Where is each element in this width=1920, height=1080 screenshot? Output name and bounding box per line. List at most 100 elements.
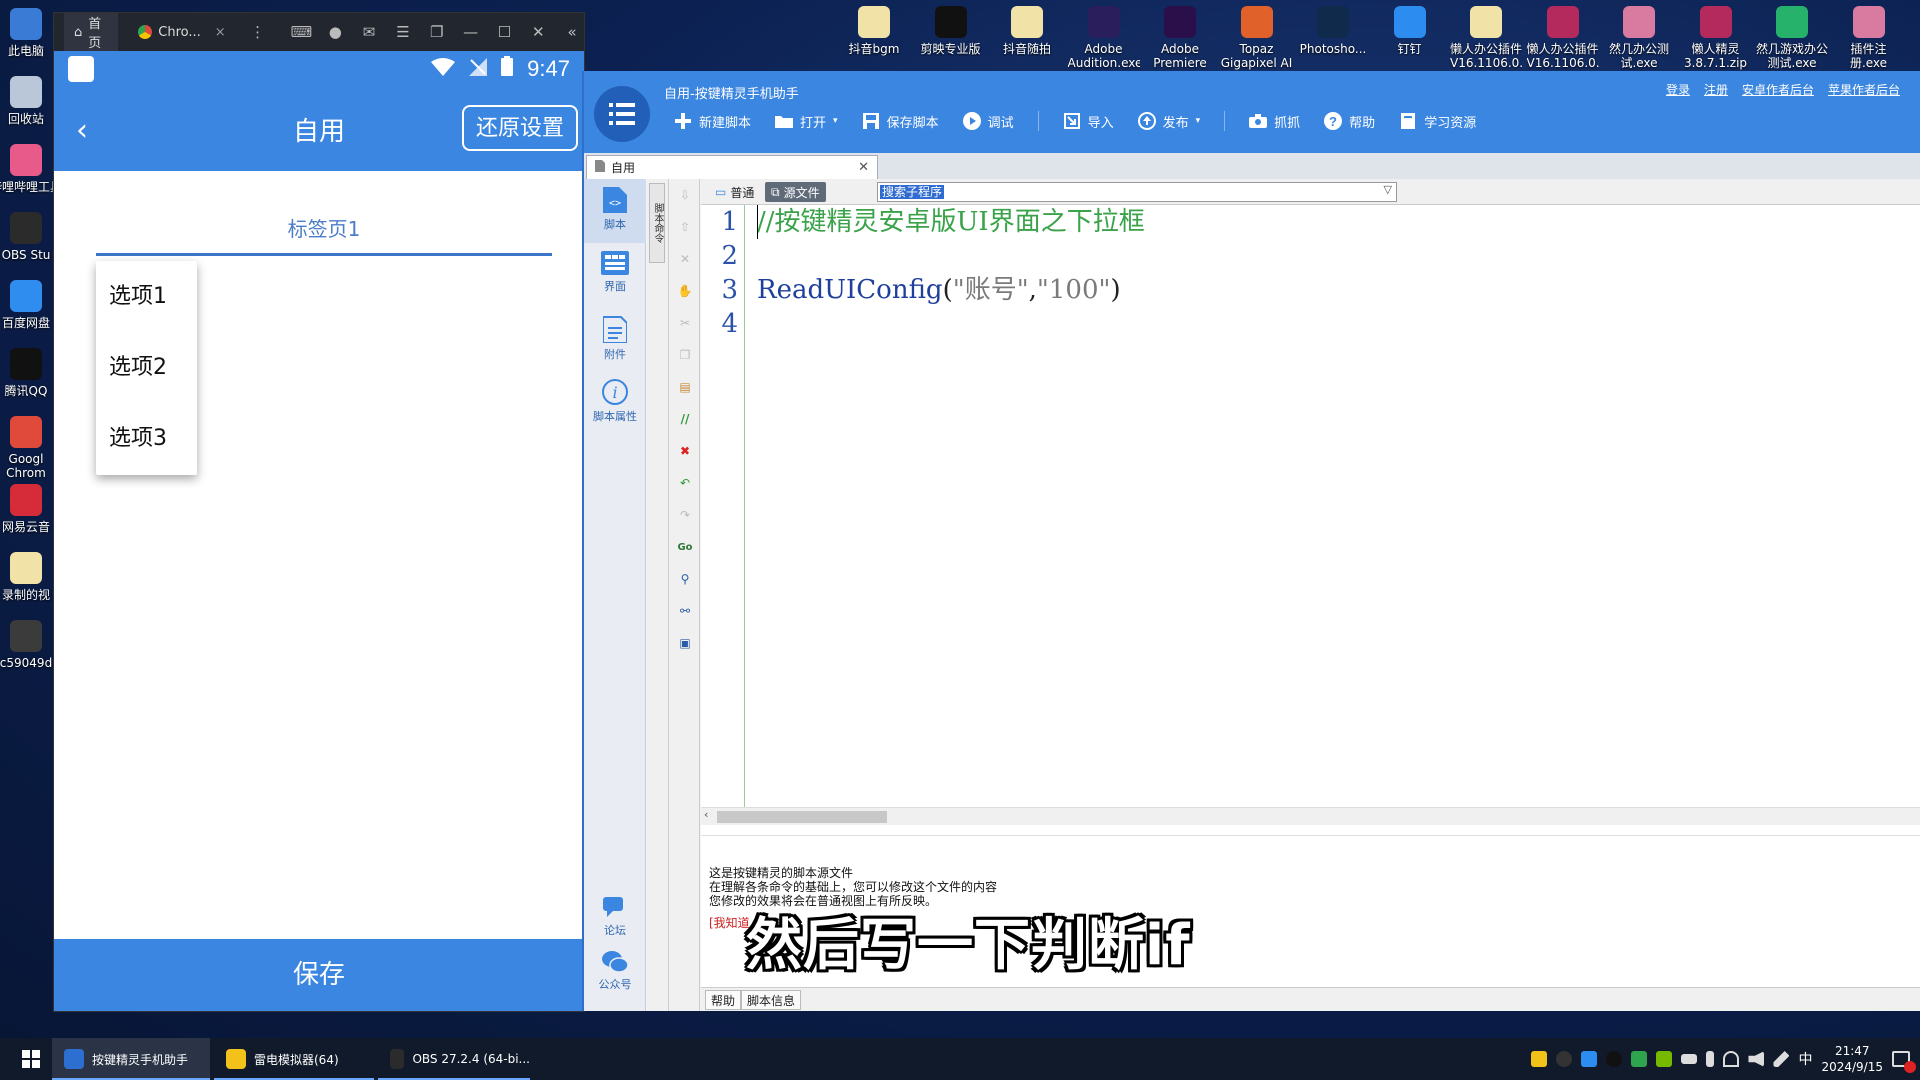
desktop-icon[interactable]: OBS Stu bbox=[0, 212, 62, 262]
desktop-icon[interactable]: 然几办公测试.exe bbox=[1603, 6, 1675, 70]
capture-button[interactable]: 抓抓 bbox=[1249, 112, 1300, 131]
desktop-icon[interactable]: 懒人精灵 3.8.7.1.zip bbox=[1680, 6, 1752, 70]
desktop-icon[interactable]: Adobe Audition.exe bbox=[1068, 6, 1140, 70]
tray-qq-icon[interactable] bbox=[1606, 1051, 1623, 1067]
pen-icon[interactable] bbox=[1773, 1051, 1790, 1067]
code-area[interactable]: 1 2 3 4 //按键精灵安卓版UI界面之下拉框 ReadUIConfig("账号",… bbox=[701, 205, 1920, 807]
tray-nvidia-icon[interactable] bbox=[1656, 1051, 1673, 1067]
learning-resources-button[interactable]: 学习资源 bbox=[1399, 112, 1476, 131]
desktop-icon[interactable]: Googl Chrom bbox=[0, 416, 62, 480]
script-commands-tab[interactable]: 脚本命令 bbox=[649, 183, 665, 263]
form-icon[interactable]: ▣ bbox=[670, 627, 700, 659]
new-script-button[interactable]: 新建脚本 bbox=[674, 112, 751, 131]
login-link[interactable]: 登录 bbox=[1666, 81, 1690, 98]
desktop-icon[interactable]: 百度网盘 bbox=[0, 280, 62, 330]
tray-app-icon[interactable] bbox=[1631, 1051, 1648, 1067]
dropdown-option[interactable]: 选项1 bbox=[96, 261, 197, 332]
delete-icon[interactable]: ✕ bbox=[670, 243, 700, 275]
close-icon[interactable]: ✕ bbox=[526, 18, 550, 46]
close-tab-icon[interactable]: × bbox=[215, 25, 226, 40]
network-icon[interactable] bbox=[1723, 1051, 1740, 1067]
subroutine-search-combo[interactable]: 搜索子程序 ▽ bbox=[877, 182, 1397, 202]
source-view-button[interactable]: ⧉ 源文件 bbox=[765, 182, 826, 202]
ios-author-link[interactable]: 苹果作者后台 bbox=[1828, 81, 1900, 98]
gamepad-icon[interactable]: ⌨ bbox=[290, 18, 314, 46]
taskbar-app[interactable]: 雷电模拟器(64) bbox=[214, 1038, 374, 1080]
input-method-indicator[interactable]: 中 bbox=[1798, 1049, 1812, 1069]
account-icon[interactable]: ● bbox=[323, 18, 347, 46]
nav-wechat[interactable]: 公众号 bbox=[584, 943, 646, 1007]
save-script-button[interactable]: 保存脚本 bbox=[862, 112, 939, 131]
tab-help[interactable]: 帮助 bbox=[705, 990, 742, 1010]
tray-app-icon[interactable] bbox=[1581, 1051, 1598, 1067]
desktop-icon[interactable]: 懒人办公插件 V16.1106.0... bbox=[1527, 6, 1599, 70]
restore-icon[interactable]: ❐ bbox=[425, 18, 449, 46]
emulator-tab-home[interactable]: ⌂ 首页 bbox=[64, 13, 119, 51]
tray-obs-icon[interactable] bbox=[1556, 1051, 1573, 1067]
scrollbar-thumb[interactable] bbox=[717, 811, 887, 823]
cut-icon[interactable]: ✂ bbox=[670, 307, 700, 339]
microphone-icon[interactable] bbox=[1706, 1051, 1715, 1067]
restore-settings-button[interactable]: 还原设置 bbox=[461, 105, 578, 151]
horizontal-scrollbar[interactable]: ‹ bbox=[701, 807, 1920, 825]
tab-script-info[interactable]: 脚本信息 bbox=[741, 990, 802, 1010]
dropdown-option[interactable]: 选项2 bbox=[96, 332, 197, 403]
taskbar-app[interactable]: 按键精灵手机助手 bbox=[52, 1038, 210, 1080]
uncomment-icon[interactable]: ✖ bbox=[670, 435, 700, 467]
collapse-icon[interactable]: « bbox=[560, 18, 584, 46]
notification-center-icon[interactable] bbox=[1892, 1051, 1916, 1073]
desktop-icon[interactable]: 回收站 bbox=[0, 76, 62, 126]
document-tab[interactable]: 自用 ✕ bbox=[586, 155, 878, 179]
move-up-icon[interactable]: ⇧ bbox=[670, 211, 700, 243]
debug-button[interactable]: 调试 bbox=[962, 112, 1014, 131]
undo-icon[interactable]: ↶ bbox=[670, 467, 700, 499]
desktop-icon[interactable]: 哔哩哔哩工具 bbox=[0, 144, 62, 194]
publish-button[interactable]: 发布 ▾ bbox=[1137, 112, 1200, 131]
nav-ui[interactable]: 界面 bbox=[584, 243, 646, 307]
taskbar-app[interactable]: OBS 27.2.4 (64-bi... bbox=[378, 1038, 530, 1080]
volume-icon[interactable] bbox=[1748, 1051, 1765, 1067]
open-button[interactable]: 打开 ▾ bbox=[775, 112, 838, 131]
tab-page-1[interactable]: 标签页1 bbox=[96, 209, 552, 249]
more-icon[interactable]: ⋮ bbox=[246, 18, 270, 46]
battery-icon[interactable] bbox=[1681, 1054, 1698, 1064]
help-button[interactable]: ? 帮助 bbox=[1324, 112, 1375, 131]
close-tab-icon[interactable]: ✕ bbox=[858, 160, 869, 175]
desktop-icon[interactable]: 录制的视 bbox=[0, 552, 62, 602]
clock[interactable]: 21:47 2024/9/15 bbox=[1821, 1043, 1883, 1075]
desktop-icon[interactable]: 抖音bgm bbox=[838, 6, 910, 56]
start-button[interactable] bbox=[10, 1038, 50, 1080]
comment-icon[interactable]: // bbox=[670, 403, 700, 435]
emulator-tab-chrome[interactable]: Chro... × bbox=[128, 13, 235, 51]
nav-attachments[interactable]: 附件 bbox=[584, 307, 646, 371]
main-menu-button[interactable] bbox=[594, 86, 650, 142]
desktop-icon[interactable]: 插件注册.exe bbox=[1833, 6, 1905, 70]
move-down-icon[interactable]: ⇩ bbox=[670, 179, 700, 211]
acknowledge-link[interactable]: [我知道 bbox=[709, 914, 750, 931]
normal-view-button[interactable]: ▭ 普通 bbox=[709, 182, 760, 202]
dropdown-option[interactable]: 选项3 bbox=[96, 403, 197, 474]
import-button[interactable]: 导入 bbox=[1063, 112, 1114, 131]
save-button[interactable]: 保存 bbox=[54, 939, 584, 1011]
paste-icon[interactable]: ▤ bbox=[670, 371, 700, 403]
desktop-icon[interactable]: 剪映专业版 bbox=[915, 6, 987, 56]
desktop-icon[interactable]: 然几游戏办公测试.exe bbox=[1756, 6, 1828, 70]
desktop-icon[interactable]: 钉钉 bbox=[1374, 6, 1446, 56]
nav-script-properties[interactable]: i 脚本属性 bbox=[584, 371, 646, 435]
tray-app-icon[interactable] bbox=[1531, 1051, 1548, 1067]
redo-icon[interactable]: ↷ bbox=[670, 499, 700, 531]
maximize-icon[interactable]: ☐ bbox=[492, 18, 516, 46]
hand-icon[interactable]: ✋ bbox=[670, 275, 700, 307]
replace-icon[interactable]: ⚯ bbox=[670, 595, 700, 627]
copy-icon[interactable]: ❐ bbox=[670, 339, 700, 371]
desktop-icon[interactable]: 腾讯QQ bbox=[0, 348, 62, 398]
find-icon[interactable]: ⚲ bbox=[670, 563, 700, 595]
mail-icon[interactable]: ✉ bbox=[357, 18, 381, 46]
menu-icon[interactable]: ☰ bbox=[391, 18, 415, 46]
desktop-icon[interactable]: 此电脑 bbox=[0, 8, 62, 58]
chevron-down-icon[interactable]: ▽ bbox=[1384, 183, 1392, 196]
desktop-icon[interactable]: 抖音随拍 bbox=[991, 6, 1063, 56]
desktop-icon[interactable]: Adobe Premiere P... bbox=[1144, 6, 1216, 70]
minimize-icon[interactable]: — bbox=[459, 18, 483, 46]
scroll-left-icon[interactable]: ‹ bbox=[704, 808, 708, 821]
